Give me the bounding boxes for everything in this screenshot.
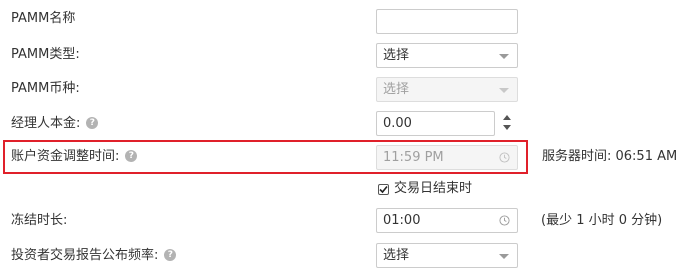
freeze-duration-label: 冻结时长: [11,213,67,229]
spin-down-arrow[interactable] [503,125,511,130]
server-time: 服务器时间: 06:51 AM [542,149,678,164]
chevron-down-icon [499,54,509,59]
report-frequency-label-text: 投资者交易报告公布频率: [11,248,159,263]
rollover-time-label: 账户资金调整时间:? [11,149,138,165]
pamm-name-label: PAMM名称 [11,11,75,27]
pamm-type-label-text: PAMM类型: [11,47,80,62]
report-frequency-label: 投资者交易报告公布频率:? [11,248,177,264]
freeze-min-hint: (最少 1 小时 0 分钟) [541,213,663,228]
pamm-type-value: 选择 [383,48,410,63]
rollover-time-value: 11:59 PM [383,150,444,165]
pamm-currency-label: PAMM币种: [11,81,80,97]
pamm-name-label-text: PAMM名称 [11,11,76,26]
trading-day-end-label: 交易日结束时 [394,181,473,196]
manager-capital-label-text: 经理人本金: [11,116,81,131]
clock-icon [499,215,510,226]
manager-capital-value: 0.00 [383,116,412,131]
report-frequency-value: 选择 [383,248,410,263]
freeze-duration-label-text: 冻结时长: [11,213,68,228]
rollover-time-label-text: 账户资金调整时间: [11,149,120,164]
rollover-time-input: 11:59 PM [376,145,518,170]
chevron-down-icon [499,254,509,259]
pamm-type-select[interactable]: 选择 [376,43,518,68]
pamm-currency-value: 选择 [383,82,410,97]
up-down-arrows-icon[interactable] [502,113,512,133]
question-circle-icon[interactable]: ? [86,116,99,129]
freeze-duration-value: 01:00 [383,213,421,228]
pamm-type-label: PAMM类型: [11,47,80,63]
checkbox-checked-icon[interactable] [378,184,389,195]
pamm-currency-label-text: PAMM币种: [11,81,80,96]
pamm-name-input[interactable] [376,9,518,34]
spin-up-arrow[interactable] [503,115,511,120]
manager-capital-label: 经理人本金:? [11,116,99,132]
pamm-currency-select: 选择 [376,77,518,102]
report-frequency-select[interactable]: 选择 [376,243,518,268]
chevron-down-icon [499,88,509,93]
clock-icon [499,152,510,163]
freeze-duration-input[interactable]: 01:00 [376,208,518,233]
manager-capital-input[interactable]: 0.00 [376,111,495,136]
question-circle-icon[interactable]: ? [125,149,138,162]
question-circle-icon[interactable]: ? [164,248,177,261]
